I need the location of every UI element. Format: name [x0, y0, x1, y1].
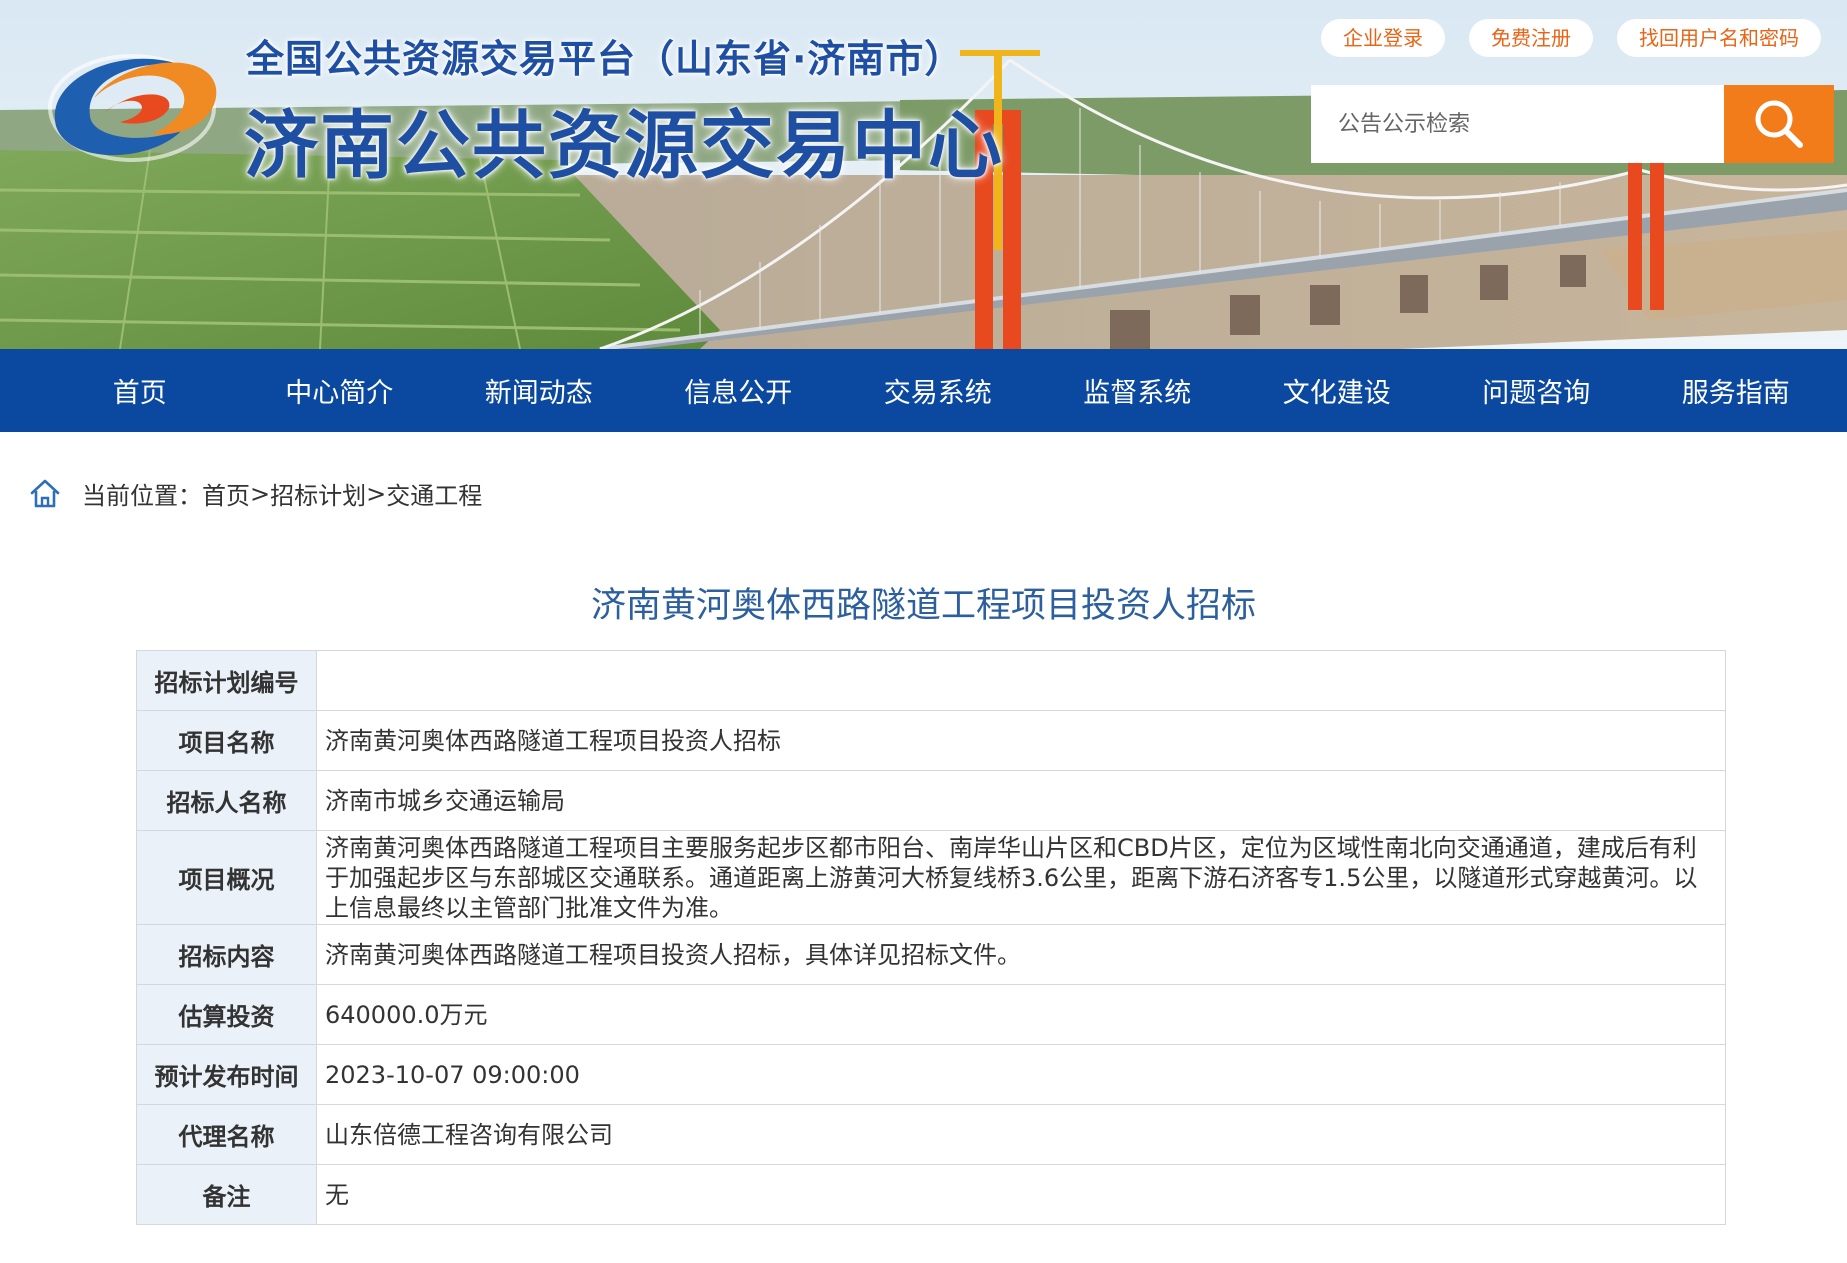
table-row: 项目概况 济南黄河奥体西路隧道工程项目主要服务起步区都市阳台、南岸华山片区和CB… — [136, 830, 1726, 925]
row-label-remarks: 备注 — [136, 1164, 317, 1225]
breadcrumb-item-plan[interactable]: 招标计划 — [270, 476, 366, 511]
table-row: 招标计划编号 — [136, 650, 1726, 711]
main-nav: 首页 中心简介 新闻动态 信息公开 交易系统 监督系统 文化建设 问题咨询 服务… — [0, 349, 1847, 432]
table-row: 招标内容 济南黄河奥体西路隧道工程项目投资人招标，具体详见招标文件。 — [136, 924, 1726, 985]
breadcrumb-separator: > — [366, 479, 387, 508]
table-row: 估算投资 640000.0万元 — [136, 984, 1726, 1045]
nav-item-trading-system[interactable]: 交易系统 — [838, 371, 1038, 410]
nav-item-supervision[interactable]: 监督系统 — [1038, 371, 1238, 410]
row-label-publish-time: 预计发布时间 — [136, 1044, 317, 1105]
top-links: 企业登录 免费注册 找回用户名和密码 — [1321, 19, 1821, 57]
nav-item-consulting[interactable]: 问题咨询 — [1437, 371, 1637, 410]
row-label-overview: 项目概况 — [136, 830, 317, 925]
table-row: 备注 无 — [136, 1164, 1726, 1225]
row-value-remarks: 无 — [316, 1164, 1726, 1225]
header-banner: 全国公共资源交易平台（山东省·济南市） 济南公共资源交易中心 企业登录 免费注册… — [0, 0, 1847, 349]
nav-item-service-guide[interactable]: 服务指南 — [1636, 371, 1836, 410]
search-button[interactable] — [1724, 85, 1834, 163]
row-value-agent: 山东倍德工程咨询有限公司 — [316, 1104, 1726, 1165]
page-title: 济南黄河奥体西路隧道工程项目投资人招标 — [590, 586, 1256, 626]
nav-item-disclosure[interactable]: 信息公开 — [639, 371, 839, 410]
platform-title: 全国公共资源交易平台（山东省·济南市） — [246, 37, 964, 81]
logo-icon — [48, 54, 217, 162]
breadcrumb-separator: > — [250, 479, 271, 508]
row-value-tenderer: 济南市城乡交通运输局 — [316, 770, 1726, 831]
search-box — [1311, 85, 1834, 163]
nav-item-culture[interactable]: 文化建设 — [1237, 371, 1437, 410]
row-label-content: 招标内容 — [136, 924, 317, 985]
row-label-agent: 代理名称 — [136, 1104, 317, 1165]
row-label-project-name: 项目名称 — [136, 710, 317, 771]
breadcrumb-prefix: 当前位置： — [82, 482, 202, 510]
table-row: 招标人名称 济南市城乡交通运输局 — [136, 770, 1726, 831]
breadcrumb: 当前位置： 首页 > 招标计划 > 交通工程 — [28, 476, 482, 511]
row-value-publish-time: 2023-10-07 09:00:00 — [316, 1044, 1726, 1105]
row-value-overview: 济南黄河奥体西路隧道工程项目主要服务起步区都市阳台、南岸华山片区和CBD片区，定… — [316, 830, 1726, 925]
table-row: 代理名称 山东倍德工程咨询有限公司 — [136, 1104, 1726, 1165]
row-label-tenderer: 招标人名称 — [136, 770, 317, 831]
recover-account-link[interactable]: 找回用户名和密码 — [1617, 19, 1821, 57]
nav-item-news[interactable]: 新闻动态 — [439, 371, 639, 410]
table-row: 项目名称 济南黄河奥体西路隧道工程项目投资人招标 — [136, 710, 1726, 771]
search-icon — [1755, 100, 1803, 148]
row-value-content: 济南黄河奥体西路隧道工程项目投资人招标，具体详见招标文件。 — [316, 924, 1726, 985]
center-title: 济南公共资源交易中心 — [244, 103, 1004, 189]
home-icon — [30, 479, 60, 507]
row-label-investment: 估算投资 — [136, 984, 317, 1045]
bidding-plan-table: 招标计划编号 项目名称 济南黄河奥体西路隧道工程项目投资人招标 招标人名称 济南… — [136, 650, 1726, 1225]
nav-item-home[interactable]: 首页 — [40, 371, 240, 410]
table-row: 预计发布时间 2023-10-07 09:00:00 — [136, 1044, 1726, 1105]
breadcrumb-item-category[interactable]: 交通工程 — [386, 476, 482, 511]
breadcrumb-item-home[interactable]: 首页 — [202, 476, 250, 511]
row-value-project-name: 济南黄河奥体西路隧道工程项目投资人招标 — [316, 710, 1726, 771]
row-value-investment: 640000.0万元 — [316, 984, 1726, 1045]
free-register-link[interactable]: 免费注册 — [1469, 19, 1593, 57]
row-label-plan-number: 招标计划编号 — [136, 650, 317, 711]
row-value-plan-number — [316, 650, 1726, 711]
nav-item-about[interactable]: 中心简介 — [240, 371, 440, 410]
search-input[interactable] — [1311, 85, 1724, 163]
enterprise-login-link[interactable]: 企业登录 — [1321, 19, 1445, 57]
